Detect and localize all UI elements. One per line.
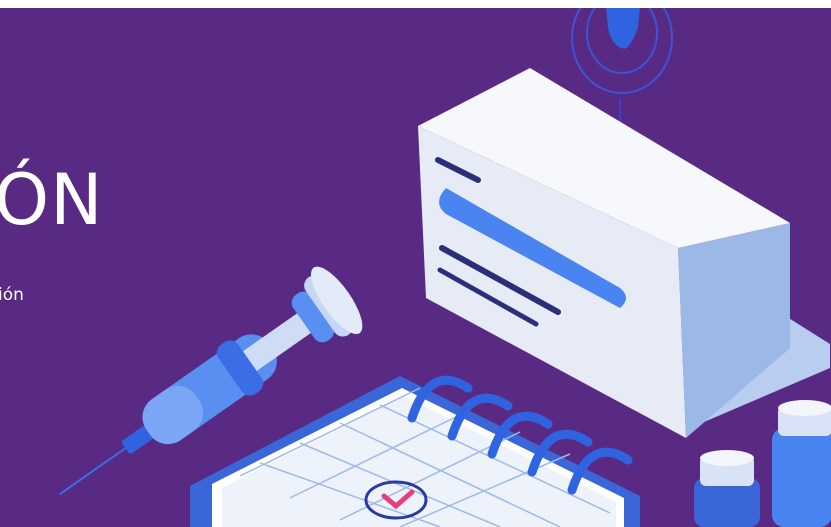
medicine-box: [418, 68, 830, 438]
vial-icon-small: [694, 450, 760, 527]
vaccination-illustration: [59, 8, 831, 527]
hero-banner: ÓN ión: [0, 8, 831, 527]
calendar-icon: [190, 375, 640, 527]
vial-icon-large: [772, 400, 831, 527]
